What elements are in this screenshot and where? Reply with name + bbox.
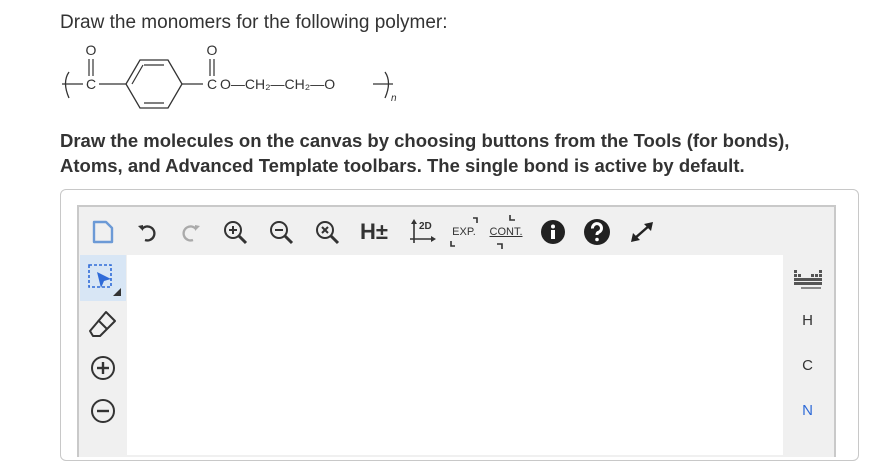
redo-button[interactable]	[176, 210, 206, 254]
zoom-out-icon	[270, 221, 294, 245]
atom-c-button[interactable]: C	[785, 345, 830, 385]
minus-charge-icon	[91, 399, 115, 423]
fullscreen-button[interactable]	[624, 210, 660, 254]
zoom-out-button[interactable]	[266, 210, 296, 254]
atoms-toolbar: H C N	[785, 255, 830, 455]
clean-2d-button[interactable]: 2D	[406, 210, 440, 254]
zoom-in-icon	[224, 221, 248, 245]
atom-c-right: C	[207, 76, 217, 92]
eraser-icon	[89, 311, 116, 337]
periodic-table-icon	[793, 270, 822, 289]
atom-o-right: O	[207, 42, 218, 58]
atom-o-left: O	[86, 42, 97, 58]
repeat-bracket-right	[384, 71, 390, 99]
fullscreen-icon	[631, 222, 653, 242]
zoom-reset-icon	[316, 221, 340, 245]
redo-icon	[182, 225, 200, 242]
atom-c-label: C	[802, 356, 813, 374]
negative-charge-button[interactable]	[80, 388, 126, 434]
help-icon	[584, 219, 610, 245]
atom-n-label: N	[802, 401, 813, 419]
select-marquee-icon	[88, 264, 121, 296]
periodic-table-button[interactable]	[785, 259, 830, 299]
repeat-subscript: n	[391, 93, 397, 104]
atom-h-label: H	[802, 311, 813, 329]
zoom-in-button[interactable]	[220, 210, 250, 254]
clean-2d-label: 2D	[419, 221, 432, 232]
plus-charge-icon	[91, 356, 115, 380]
top-toolbar: H± 2D EXP. CONT.	[80, 210, 680, 254]
drawing-canvas[interactable]	[127, 255, 783, 455]
help-button[interactable]	[582, 210, 612, 254]
contract-button[interactable]: CONT.	[488, 210, 524, 254]
polymer-structure: O C O C O—CH₂—CH₂—O n	[55, 38, 415, 109]
erase-tool-button[interactable]	[80, 301, 126, 347]
expand-brackets-icon	[450, 217, 478, 247]
undo-button[interactable]	[132, 210, 162, 254]
new-document-button[interactable]	[88, 210, 118, 254]
repeat-bracket-left	[64, 71, 70, 99]
atom-h-button[interactable]: H	[785, 300, 830, 340]
info-icon	[541, 220, 565, 244]
expand-button[interactable]: EXP.	[446, 210, 482, 254]
new-document-icon	[92, 220, 114, 244]
question-prompt: Draw the monomers for the following poly…	[60, 12, 448, 33]
hydrogens-label: H±	[360, 219, 388, 244]
ring-double-bond-left	[131, 64, 144, 85]
drawing-instructions: Draw the molecules on the canvas by choo…	[60, 130, 790, 176]
zoom-reset-button[interactable]	[312, 210, 342, 254]
select-tool-button[interactable]	[80, 255, 126, 301]
benzene-ring	[125, 59, 183, 109]
positive-charge-button[interactable]	[80, 345, 126, 391]
info-button[interactable]	[538, 210, 568, 254]
undo-icon	[138, 225, 156, 242]
contract-brackets-icon	[497, 215, 515, 249]
atom-c-left: C	[86, 76, 96, 92]
hydrogens-button[interactable]: H±	[354, 210, 394, 254]
atom-n-button[interactable]: N	[785, 390, 830, 430]
left-toolbar	[80, 255, 126, 455]
polymer-structure-svg: O C O C O—CH₂—CH₂—O n	[62, 42, 397, 109]
polymer-chain: O—CH₂—CH₂—O	[220, 76, 335, 92]
